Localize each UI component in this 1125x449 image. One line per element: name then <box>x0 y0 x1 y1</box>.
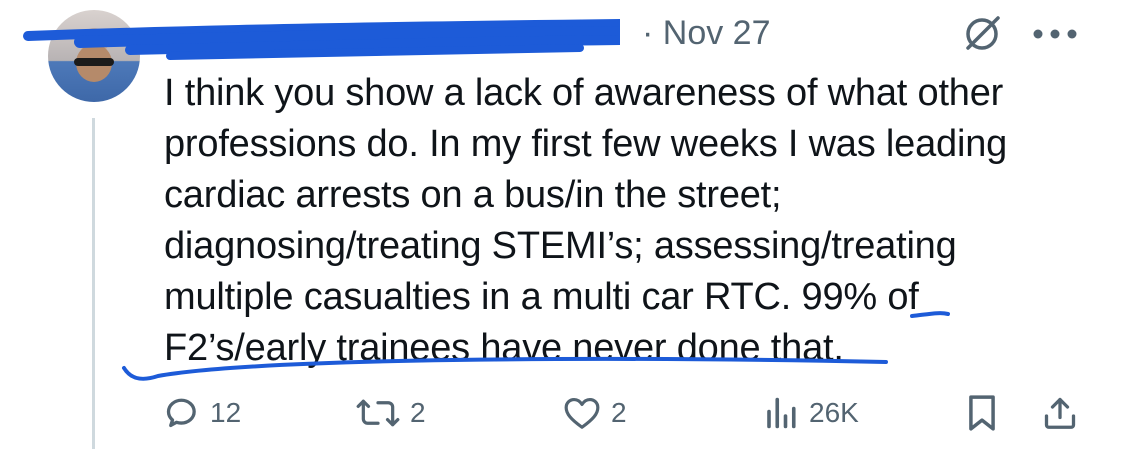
reply-count: 12 <box>210 397 242 428</box>
views-icon <box>767 397 796 429</box>
share-icon <box>1044 397 1076 429</box>
heart-icon <box>564 397 600 429</box>
bookmark-icon <box>969 395 995 431</box>
more-icon[interactable] <box>1032 28 1078 40</box>
avatar-glasses <box>74 58 114 66</box>
views-count: 26K <box>809 397 859 428</box>
tweet-date[interactable]: · Nov 27 <box>642 14 771 53</box>
repost-button[interactable]: 2 <box>356 388 426 438</box>
bookmark-button[interactable] <box>966 388 998 438</box>
tweet-header: · Nov 27 <box>164 10 1064 58</box>
grok-icon[interactable] <box>962 14 1002 54</box>
thread-line <box>92 118 95 449</box>
like-button[interactable]: 2 <box>563 388 627 438</box>
repost-count: 2 <box>410 397 426 428</box>
avatar[interactable] <box>48 10 140 102</box>
tweet-text: I think you show a lack of awareness of … <box>164 72 1008 369</box>
like-count: 2 <box>611 397 627 428</box>
views-button[interactable]: 26K <box>763 388 859 438</box>
reply-icon <box>166 398 196 428</box>
share-button[interactable] <box>1042 388 1078 438</box>
repost-icon <box>356 399 400 427</box>
reply-button[interactable]: 12 <box>164 388 241 438</box>
